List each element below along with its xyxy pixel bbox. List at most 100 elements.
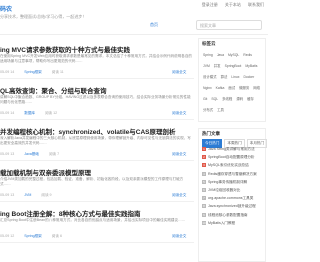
hot-item-title[interactable]: JVM垃圾回收器对比 xyxy=(208,188,240,192)
post-desc: 在使用Spring MVC开发Web应用时获取请求参数是最常见的需求，本文总结了… xyxy=(0,54,193,63)
post-desc: 深入解析Java并发编程中的三大核心机制，从底层原理到使用场景，带你理解锁升级、… xyxy=(0,136,191,145)
post-views: 阅读 9 xyxy=(41,193,52,197)
hot-item-title[interactable]: MySQL索引优化实战总结 xyxy=(208,163,249,167)
post-title[interactable]: ing Boot注册全解：8种核心方式与最佳实践指南 xyxy=(0,208,140,218)
tag[interactable]: 分布式 xyxy=(202,108,214,113)
post-views: 阅读 11 xyxy=(51,70,64,74)
tag[interactable]: 面试 xyxy=(227,86,236,91)
post-category[interactable]: JVM xyxy=(24,193,31,197)
hot-item-title[interactable]: Java String类详解与常用方法 xyxy=(208,147,255,151)
read-more-link[interactable]: 阅读全文 xyxy=(172,234,186,239)
hot-item[interactable]: 7 org.apache.commons工具类 xyxy=(202,196,264,204)
tag[interactable]: Kafka xyxy=(215,86,226,91)
hot-item[interactable]: 9 线程池核心参数配置指南 xyxy=(202,212,264,221)
tag[interactable]: Spring xyxy=(202,53,214,58)
tag[interactable]: Linux xyxy=(230,75,240,80)
hot-posts-title: 热门文章 xyxy=(202,131,220,136)
post-meta: 05-09 13 JVM 阅读 9 阅读全文 xyxy=(0,193,186,198)
post-item[interactable]: ing Boot注册全解：8种核心方式与最佳实践指南 汇总Spring Boot… xyxy=(0,202,194,243)
hot-item[interactable]: 5 Spring事务传播机制详解 xyxy=(202,179,264,188)
rank-badge: 8 xyxy=(202,204,206,209)
hot-posts: 热门文章 今日热门 本周热门 本月热门 1 Java String类详解与常用方法 2… xyxy=(198,128,268,262)
post-category[interactable]: Spring框架 xyxy=(24,234,42,238)
nav-home[interactable]: 首页 xyxy=(150,22,158,28)
post-desc: 介绍JVM类加载的完整过程，包括加载、验证、准备、解析、初始化各阶段，以及双亲委… xyxy=(0,177,184,186)
read-more-link[interactable]: 阅读全文 xyxy=(172,111,186,116)
post-date: 05-09 14 xyxy=(0,70,15,74)
tag[interactable]: Redis xyxy=(242,53,253,58)
site-title[interactable]: 码农 xyxy=(0,4,12,13)
hot-item-title[interactable]: Spring事务传播机制详解 xyxy=(208,180,247,184)
post-title[interactable]: QL高效查询：聚合、分组与联合查询 xyxy=(0,85,107,95)
tag[interactable]: SpringBoot xyxy=(224,64,243,69)
rank-badge: 3 xyxy=(202,163,206,168)
about-link[interactable]: 关于本站 xyxy=(225,2,241,7)
hot-item-title[interactable]: org.apache.commons工具类 xyxy=(208,196,253,200)
post-category[interactable]: Java基础 xyxy=(24,152,39,156)
tag[interactable]: SQL xyxy=(210,97,219,102)
post-title[interactable]: 并发编程核心机制：synchronized、volatile与CAS原理剖析 xyxy=(0,126,176,136)
post-category[interactable]: 数据库 xyxy=(24,111,35,115)
post-meta: 05-09 12 Spring框架 阅读 6 阅读全文 xyxy=(0,234,186,239)
hot-item[interactable]: 8 Java.synchronized锁升级过程 xyxy=(202,204,264,212)
post-views: 阅读 6 xyxy=(51,234,62,238)
read-more-link[interactable]: 阅读全文 xyxy=(172,152,186,157)
tag[interactable]: Git xyxy=(202,97,208,102)
tag[interactable]: MySQL xyxy=(227,53,240,58)
tag[interactable]: 缓存 xyxy=(246,97,255,102)
rank-badge: 9 xyxy=(202,212,206,217)
login-link[interactable]: 登录注册 xyxy=(202,2,218,7)
tag-cloud: 标签云 Spring Java MySQL Redis JVM 并发 SpringBoot M… xyxy=(198,38,266,122)
post-desc: 讲解SQL中聚合函数、GROUP BY分组、HAVING过滤以及多表联合查询的使… xyxy=(0,95,191,104)
tag[interactable]: Nginx xyxy=(202,86,213,91)
tag[interactable]: 网络 xyxy=(252,86,261,91)
top-links: 登录注册 关于本站 联系我们 xyxy=(196,2,264,8)
read-more-link[interactable]: 阅读全文 xyxy=(172,193,186,198)
hot-item[interactable]: 1 Java String类详解与常用方法 xyxy=(202,147,264,155)
post-meta: 05-09 13 Java基础 阅读 7 阅读全文 xyxy=(0,152,186,157)
tag[interactable]: 多线程 xyxy=(221,97,233,102)
post-item[interactable]: QL高效查询：聚合、分组与联合查询 讲解SQL中聚合函数、GROUP BY分组、… xyxy=(0,79,194,120)
hot-item-title[interactable]: SpringBoot自动配置原理分析 xyxy=(208,155,255,159)
hot-item[interactable]: 2 SpringBoot自动配置原理分析 xyxy=(202,155,264,163)
post-date: 05-09 13 xyxy=(0,193,15,197)
post-category[interactable]: Spring框架 xyxy=(24,70,42,74)
contact-link[interactable]: 联系我们 xyxy=(248,2,264,7)
search-input[interactable]: 搜索文章 xyxy=(196,20,262,30)
tag-list: Spring Java MySQL Redis JVM 并发 SpringBoot MyBat… xyxy=(202,49,264,115)
tag[interactable]: 设计模式 xyxy=(202,75,218,80)
rank-badge: 2 xyxy=(202,155,206,160)
rank-badge: 1 xyxy=(202,147,206,151)
top-header: 码农 分享技术，整理面试/总结/学习心得，一起进步！ 登录注册 关于本站 联系我… xyxy=(0,0,268,35)
tag[interactable]: MyBatis xyxy=(244,64,258,69)
post-meta: 05-09 14 数据库 阅读 12 阅读全文 xyxy=(0,111,186,116)
tag[interactable]: 算法 xyxy=(220,75,229,80)
rank-badge: 6 xyxy=(202,187,206,192)
tag[interactable]: 源码 xyxy=(235,97,244,102)
tag[interactable]: Java xyxy=(216,53,225,58)
hot-item-title[interactable]: Redis缓存穿透与雪崩解决方案 xyxy=(208,172,257,176)
post-title[interactable]: 载加载机制与双亲委派模型原理 xyxy=(0,167,91,177)
post-meta: 05-09 14 Spring框架 阅读 11 阅读全文 xyxy=(0,70,186,75)
read-more-link[interactable]: 阅读全文 xyxy=(172,70,186,75)
tag[interactable]: 微服务 xyxy=(238,86,250,91)
post-title[interactable]: ing MVC请求参数获取的十种方式与最佳实践 xyxy=(0,44,130,54)
tag[interactable]: JVM xyxy=(202,64,211,69)
hot-item-title[interactable]: MyBatis入门教程 xyxy=(208,221,235,225)
hot-item-title[interactable]: 线程池核心参数配置指南 xyxy=(208,213,248,217)
rank-badge: 5 xyxy=(202,179,206,184)
post-item[interactable]: ing MVC请求参数获取的十种方式与最佳实践 在使用Spring MVC开发W… xyxy=(0,38,194,79)
tag[interactable]: 并发 xyxy=(213,64,222,69)
tag[interactable]: 工具 xyxy=(216,108,225,113)
tag[interactable]: Docker xyxy=(242,75,255,80)
rank-badge: 7 xyxy=(202,196,206,201)
hot-item[interactable]: 6 JVM垃圾回收器对比 xyxy=(202,187,264,196)
hot-item[interactable]: 3 MySQL索引优化实战总结 xyxy=(202,163,264,171)
post-date: 05-09 14 xyxy=(0,111,15,115)
hot-item[interactable]: 4 Redis缓存穿透与雪崩解决方案 xyxy=(202,171,264,180)
hot-item[interactable]: 10 MyBatis入门教程 xyxy=(202,220,264,229)
post-date: 05-09 13 xyxy=(0,152,15,156)
post-item[interactable]: 并发编程核心机制：synchronized、volatile与CAS原理剖析 深… xyxy=(0,120,194,161)
hot-item-title[interactable]: Java.synchronized锁升级过程 xyxy=(208,204,256,208)
post-item[interactable]: 载加载机制与双亲委派模型原理 介绍JVM类加载的完整过程，包括加载、验证、准备、… xyxy=(0,161,194,202)
